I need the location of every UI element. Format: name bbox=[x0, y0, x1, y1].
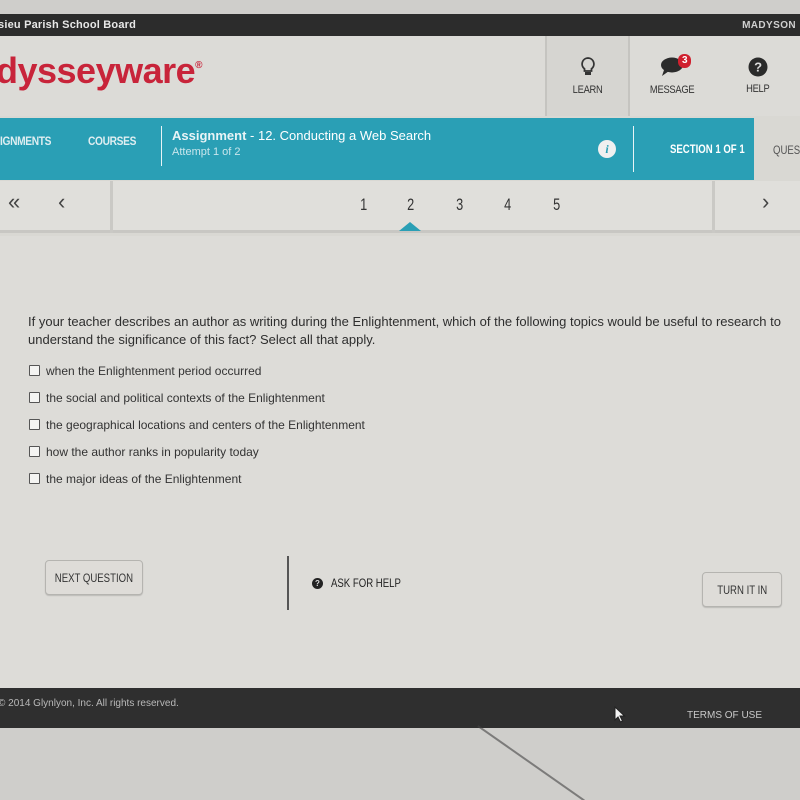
action-divider bbox=[287, 556, 289, 610]
lightbulb-icon bbox=[580, 56, 596, 78]
registered-mark: ® bbox=[195, 60, 203, 71]
option-2[interactable]: the social and political contexts of the… bbox=[29, 384, 365, 411]
org-bar: sieu Parish School Board MADYSON bbox=[0, 14, 800, 36]
page-5[interactable]: 5 bbox=[553, 195, 560, 215]
option-4[interactable]: how the author ranks in popularity today bbox=[29, 438, 365, 465]
terms-of-use-link[interactable]: TERMS OF USE bbox=[687, 710, 762, 721]
checkbox[interactable] bbox=[29, 473, 40, 484]
odysseyware-logo[interactable]: dysseyware® bbox=[0, 50, 203, 92]
learn-label: LEARN bbox=[572, 84, 603, 96]
page-4[interactable]: 4 bbox=[504, 195, 511, 215]
nav-divider bbox=[161, 126, 162, 166]
page-2[interactable]: 2 bbox=[407, 195, 414, 215]
pager-divider-right bbox=[712, 181, 715, 233]
learn-button[interactable]: LEARN bbox=[545, 36, 630, 116]
option-label: the geographical locations and centers o… bbox=[46, 417, 365, 432]
screen-bottom bbox=[0, 728, 800, 800]
org-name: sieu Parish School Board bbox=[0, 19, 137, 31]
nav-courses[interactable]: COURSES bbox=[88, 134, 136, 148]
message-count-badge: 3 bbox=[678, 54, 692, 68]
footer: © 2014 Glynlyon, Inc. All rights reserve… bbox=[0, 688, 800, 728]
attempt-counter: Attempt 1 of 2 bbox=[172, 146, 241, 158]
question-text: If your teacher describes an author as w… bbox=[28, 314, 781, 347]
turn-it-in-label: TURN IT IN bbox=[717, 582, 767, 597]
question-content: If your teacher describes an author as w… bbox=[0, 236, 800, 688]
info-icon[interactable]: i bbox=[598, 140, 616, 158]
current-page-indicator bbox=[399, 222, 421, 231]
assignment-name: - 12. Conducting a Web Search bbox=[246, 128, 432, 143]
checkbox[interactable] bbox=[29, 446, 40, 457]
assignment-title: Assignment - 12. Conducting a Web Search bbox=[172, 128, 431, 143]
question-pager: « ‹ 1 2 3 4 5 › bbox=[0, 181, 800, 233]
next-page-icon[interactable]: › bbox=[762, 189, 769, 215]
checkbox[interactable] bbox=[29, 392, 40, 403]
option-label: how the author ranks in popularity today bbox=[46, 444, 259, 459]
logo-text: dysseyware bbox=[0, 50, 196, 91]
section-indicator[interactable]: SECTION 1 OF 1 bbox=[670, 142, 745, 156]
message-button[interactable]: 3 MESSAGE bbox=[630, 36, 715, 116]
checkbox[interactable] bbox=[29, 419, 40, 430]
ask-for-help-label: ASK FOR HELP bbox=[331, 576, 401, 590]
questions-tab[interactable]: QUES bbox=[773, 143, 800, 157]
copyright-text: © 2014 Glynlyon, Inc. All rights reserve… bbox=[0, 698, 179, 709]
header-buttons: LEARN 3 MESSAGE ? HELP bbox=[545, 36, 800, 116]
help-button[interactable]: ? HELP bbox=[715, 36, 800, 116]
page-1[interactable]: 1 bbox=[360, 195, 367, 215]
nav-assignments[interactable]: IGNMENTS bbox=[0, 134, 51, 148]
next-question-button[interactable]: NEXT QUESTION bbox=[45, 560, 143, 595]
nav-bar: IGNMENTS COURSES Assignment - 12. Conduc… bbox=[0, 118, 754, 180]
user-name[interactable]: MADYSON bbox=[742, 20, 796, 31]
first-page-icon[interactable]: « bbox=[8, 189, 20, 215]
nav-divider-2 bbox=[633, 126, 634, 172]
svg-text:?: ? bbox=[754, 60, 762, 75]
option-1[interactable]: when the Enlightenment period occurred bbox=[29, 357, 365, 384]
answer-options: when the Enlightenment period occurred t… bbox=[29, 357, 365, 492]
checkbox[interactable] bbox=[29, 365, 40, 376]
option-3[interactable]: the geographical locations and centers o… bbox=[29, 411, 365, 438]
assignment-label: Assignment bbox=[172, 128, 247, 143]
ask-for-help-link[interactable]: ? ASK FOR HELP bbox=[312, 576, 418, 590]
header: dysseyware® LEARN 3 MESSAGE ? HELP bbox=[0, 36, 800, 116]
pager-divider-left bbox=[110, 181, 113, 233]
help-label: HELP bbox=[745, 83, 770, 95]
option-label: when the Enlightenment period occurred bbox=[46, 363, 262, 378]
mouse-cursor-icon bbox=[614, 705, 626, 728]
option-label: the social and political contexts of the… bbox=[46, 390, 325, 405]
prev-page-icon[interactable]: ‹ bbox=[58, 189, 65, 215]
message-label: MESSAGE bbox=[650, 84, 695, 96]
option-label: the major ideas of the Enlightenment bbox=[46, 471, 242, 486]
top-strip bbox=[0, 0, 800, 15]
page-3[interactable]: 3 bbox=[456, 195, 463, 215]
option-5[interactable]: the major ideas of the Enlightenment bbox=[29, 465, 365, 492]
turn-it-in-button[interactable]: TURN IT IN bbox=[702, 572, 782, 607]
next-question-label: NEXT QUESTION bbox=[54, 570, 134, 585]
question-circle-icon: ? bbox=[748, 57, 768, 77]
help-circle-icon: ? bbox=[312, 577, 323, 589]
